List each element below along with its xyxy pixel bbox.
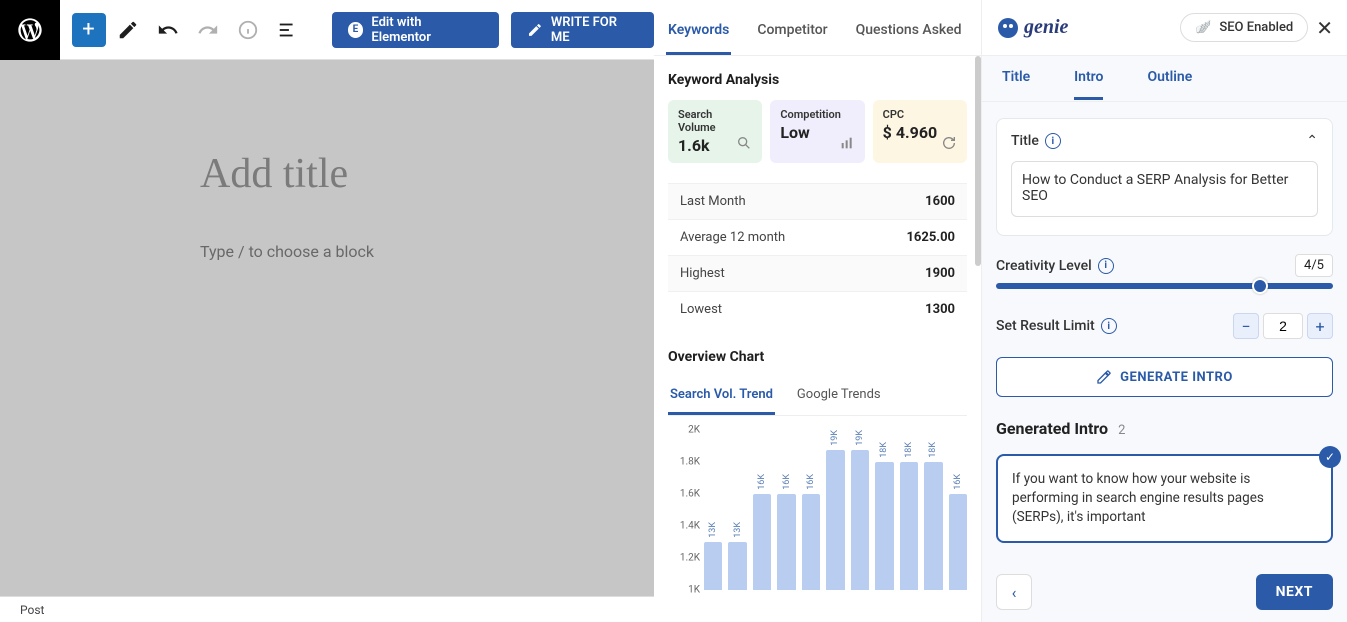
editor-canvas: Add title Type / to choose a block: [0, 60, 654, 596]
status-bar: Post: [0, 596, 654, 622]
genie-tabs: Title Intro Outline: [982, 56, 1347, 102]
elementor-icon: E: [348, 22, 364, 38]
metric-competition: Competition Low: [770, 100, 864, 163]
wordpress-logo[interactable]: [0, 0, 60, 60]
search-icon: [736, 135, 752, 155]
search-volume-chart: 2K 1.8K 1.6K 1.4K 1.2K 1K 13K13K16K16K16…: [668, 430, 967, 590]
block-placeholder[interactable]: Type / to choose a block: [200, 242, 454, 261]
chart-bar: 16K: [802, 430, 820, 590]
tab-title[interactable]: Title: [1002, 57, 1030, 100]
chart-bar: 16K: [777, 430, 795, 590]
stat-row: Last Month1600: [668, 183, 967, 219]
check-icon: ✓: [1319, 446, 1341, 468]
metric-label: CPC: [883, 108, 957, 121]
title-card: Title i ⌃: [996, 118, 1333, 236]
chart-bar: 19K: [826, 430, 844, 590]
refresh-icon: [941, 135, 957, 155]
tab-questions[interactable]: Questions Asked: [854, 8, 964, 55]
chevron-up-icon[interactable]: ⌃: [1306, 133, 1318, 149]
add-block-button[interactable]: +: [72, 13, 106, 47]
tab-intro[interactable]: Intro: [1074, 57, 1103, 100]
bars-icon: [839, 135, 855, 155]
tab-google-trends[interactable]: Google Trends: [795, 377, 883, 415]
redo-icon: [190, 12, 226, 48]
stat-row: Average 12 month1625.00: [668, 219, 967, 255]
info-icon[interactable]: i: [1098, 258, 1114, 274]
info-icon[interactable]: i: [1045, 133, 1061, 149]
edit-elementor-label: Edit with Elementor: [371, 15, 483, 45]
chart-bar: 16K: [949, 430, 967, 590]
genie-mascot-icon: [996, 16, 1020, 40]
keyword-analysis-heading: Keyword Analysis: [668, 72, 967, 88]
seo-status-pill[interactable]: 🪽 SEO Enabled: [1180, 13, 1308, 42]
stats-table: Last Month1600 Average 12 month1625.00 H…: [668, 183, 967, 327]
scrollbar[interactable]: [975, 56, 981, 266]
write-for-me-label: WRITE FOR ME: [551, 15, 638, 45]
chart-bar: 13K: [728, 430, 746, 590]
edit-icon[interactable]: [110, 12, 146, 48]
pencil-icon: [1096, 369, 1112, 385]
post-title-placeholder[interactable]: Add title: [200, 150, 454, 198]
stat-row: Lowest1300: [668, 291, 967, 327]
metric-search-volume: Search Volume 1.6k: [668, 100, 762, 163]
edit-elementor-button[interactable]: E Edit with Elementor: [332, 12, 499, 48]
tab-outline[interactable]: Outline: [1147, 57, 1192, 100]
info-icon[interactable]: i: [1101, 318, 1117, 334]
post-type-label: Post: [20, 603, 44, 617]
tab-search-vol-trend[interactable]: Search Vol. Trend: [668, 377, 775, 415]
chart-bar: 19K: [851, 430, 869, 590]
creativity-label: Creativity Level: [996, 258, 1092, 274]
overview-heading: Overview Chart: [668, 349, 967, 365]
outline-icon[interactable]: [270, 12, 306, 48]
pencil-icon: [527, 22, 543, 38]
chart-bar: 13K: [704, 430, 722, 590]
metric-label: Search Volume: [678, 108, 752, 134]
back-button[interactable]: ‹: [996, 574, 1032, 610]
stat-row: Highest1900: [668, 255, 967, 291]
close-icon[interactable]: ✕: [1316, 16, 1333, 40]
intro-text: If you want to know how your website is …: [1012, 471, 1264, 525]
write-for-me-button[interactable]: WRITE FOR ME: [511, 12, 654, 48]
slider-thumb[interactable]: [1252, 278, 1268, 294]
wizard-footer: ‹ NEXT: [982, 566, 1347, 622]
keyword-tabs: Keywords Competitor Questions Asked: [654, 0, 981, 56]
chart-bar: 16K: [753, 430, 771, 590]
metric-label: Competition: [780, 108, 854, 121]
creativity-slider[interactable]: [996, 283, 1333, 289]
creativity-value: 4/5: [1295, 254, 1333, 277]
title-label: Title: [1011, 133, 1039, 149]
genie-header: genie 🪽 SEO Enabled ✕: [982, 0, 1347, 56]
undo-icon[interactable]: [150, 12, 186, 48]
tab-keywords[interactable]: Keywords: [666, 8, 731, 55]
result-limit-label: Set Result Limit: [996, 318, 1095, 334]
chart-bar: 18K: [900, 430, 918, 590]
genie-logo: genie: [996, 16, 1068, 40]
decrement-button[interactable]: −: [1233, 313, 1259, 339]
chart-bar: 18K: [924, 430, 942, 590]
tab-competitor[interactable]: Competitor: [755, 8, 829, 55]
generated-count: 2: [1118, 423, 1125, 438]
info-icon: [230, 12, 266, 48]
next-button[interactable]: NEXT: [1256, 574, 1333, 610]
title-textarea[interactable]: [1011, 161, 1318, 217]
metric-cpc: CPC $ 4.960: [873, 100, 967, 163]
editor-topbar: + E Edit with Elementor WRITE FOR ME: [0, 0, 654, 60]
brand-text: genie: [1024, 16, 1068, 39]
chart-bar: 18K: [875, 430, 893, 590]
increment-button[interactable]: +: [1307, 313, 1333, 339]
generated-intro-heading: Generated Intro: [996, 419, 1108, 438]
result-limit-input[interactable]: [1263, 313, 1303, 339]
wing-icon: 🪽: [1195, 20, 1211, 35]
intro-result-card[interactable]: ✓ If you want to know how your website i…: [996, 454, 1333, 543]
generate-intro-button[interactable]: GENERATE INTRO: [996, 357, 1333, 397]
